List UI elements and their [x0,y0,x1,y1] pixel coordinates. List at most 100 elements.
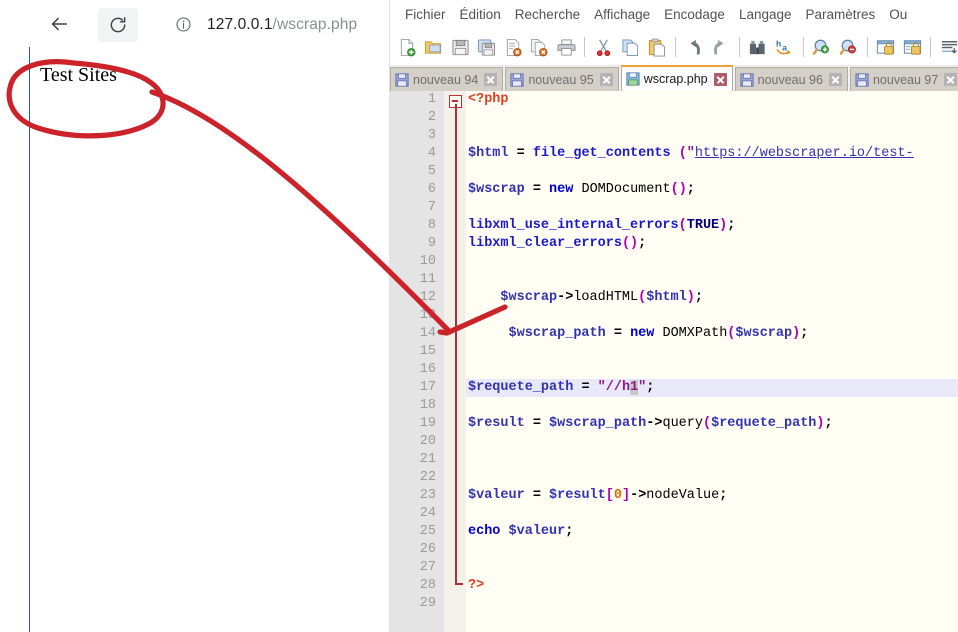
tab-label: nouveau 97 [872,72,939,87]
line-number: 6 [427,182,436,197]
replace-icon: h a [776,38,791,55]
line-number: 21 [419,452,436,467]
sync-vertical-scroll-button[interactable] [873,34,897,60]
toolbar-separator [674,37,676,57]
code-line-23[interactable]: $valeur = $result[0]->nodeValue; [468,487,727,505]
menu-item-affichage[interactable]: Affichage [587,3,657,26]
unsaved-file-icon [395,72,409,87]
line-number: 24 [419,506,436,521]
new-file-button[interactable] [395,34,419,60]
undo-button[interactable] [682,34,706,60]
menu-item-fichier[interactable]: Fichier [398,3,453,26]
notepad-plus-plus-window: Fichier Édition Recherche Affichage Enco… [389,0,958,632]
code-line-28[interactable]: ?> [468,577,484,595]
menu-item-recherche[interactable]: Recherche [508,3,587,26]
page-left-rule [29,47,30,632]
zoom-in-button[interactable] [810,34,834,60]
unsaved-file-icon [740,72,754,87]
saved-file-icon [626,72,640,86]
open-file-button[interactable] [421,34,445,60]
tab-close-icon[interactable] [484,73,498,86]
menu-item-edition[interactable]: Édition [453,3,508,26]
tab-nouveau-95[interactable]: nouveau 95 [505,67,619,91]
redo-button[interactable] [708,34,732,60]
page-title: Test Sites [40,64,117,86]
svg-text:h: h [776,38,781,48]
line-number: 8 [427,218,436,233]
word-wrap-icon [941,40,958,53]
tab-label: wscrap.php [643,72,708,86]
code-line-17[interactable]: $requete_path = "//h1"; [468,379,654,397]
close-all-icon [531,38,548,56]
address-bar[interactable]: 127.0.0.1/wscrap.php [155,9,388,40]
tab-wscrap-php[interactable]: wscrap.php [620,65,733,91]
page-viewport: Test Sites [0,47,388,632]
code-line-1[interactable]: <?php [468,91,509,109]
paste-button[interactable] [644,34,668,60]
copy-icon [622,38,638,56]
browser-window: 127.0.0.1/wscrap.php Test Sites [0,0,388,632]
unsaved-file-icon [855,72,869,87]
line-number: 14 [419,326,436,341]
sync-horizontal-scroll-button[interactable] [900,34,924,60]
line-number: 9 [427,236,436,251]
save-icon [452,39,469,55]
close-all-button[interactable] [527,34,551,60]
find-button[interactable] [746,34,770,60]
word-wrap-button[interactable] [937,34,958,60]
line-number: 20 [419,434,436,449]
code-line-8[interactable]: libxml_use_internal_errors(TRUE); [468,217,735,235]
svg-text:a: a [782,42,787,52]
code-line-6[interactable]: $wscrap = new DOMDocument(); [468,181,695,199]
save-button[interactable] [448,34,472,60]
code-line-4[interactable]: $html = file_get_contents ("https://webs… [468,145,914,163]
line-number: 12 [419,290,436,305]
menu-item-langage[interactable]: Langage [732,3,799,26]
tab-nouveau-94[interactable]: nouveau 94 [390,67,504,91]
close-file-button[interactable] [501,34,525,60]
tab-close-icon[interactable] [713,72,727,86]
tab-close-icon[interactable] [828,73,842,86]
tab-label: nouveau 95 [528,72,594,87]
tab-nouveau-97[interactable]: nouveau 97 [849,67,958,91]
tab-close-icon[interactable] [599,73,613,86]
tab-close-icon[interactable] [944,73,958,86]
paste-icon [648,38,666,56]
zoom-out-button[interactable] [836,34,860,60]
line-number: 22 [419,470,436,485]
info-circle-icon[interactable] [173,15,193,35]
menu-item-parametres[interactable]: Paramètres [799,3,883,26]
line-number: 4 [427,146,436,161]
code-line-19[interactable]: $result = $wscrap_path->query($requete_p… [468,415,833,433]
print-icon [557,38,576,56]
code-line-14[interactable]: $wscrap_path = new DOMXPath($wscrap); [468,325,809,343]
print-button[interactable] [554,34,578,60]
tab-label: nouveau 94 [413,72,479,87]
copy-button[interactable] [618,34,642,60]
url-path: /wscrap.php [272,15,358,33]
menu-item-outils[interactable]: Ou [882,3,914,26]
code-editor[interactable]: 1 2 3 4 5 6 7 8 9 10 11 12 13 14 15 16 1… [390,91,958,632]
tab-bar: nouveau 94 nouveau 95 wscrap.php nouveau… [390,65,958,91]
address-bar-url[interactable]: 127.0.0.1/wscrap.php [207,16,357,34]
cut-button[interactable] [591,34,615,60]
code-line-25[interactable]: echo $valeur; [468,523,573,541]
tab-label: nouveau 96 [757,72,823,87]
code-line-9[interactable]: libxml_clear_errors(); [468,235,646,253]
line-number: 7 [427,200,436,215]
code-line-12[interactable]: $wscrap->loadHTML($html); [468,289,703,307]
save-all-button[interactable] [474,34,498,60]
url-host: 127.0.0.1 [207,15,273,33]
find-icon [750,40,765,54]
line-number: 23 [419,488,436,503]
menu-bar: Fichier Édition Recherche Affichage Enco… [390,0,958,29]
menu-item-encodage[interactable]: Encodage [657,3,732,26]
replace-button[interactable]: h a [772,34,796,60]
tab-nouveau-96[interactable]: nouveau 96 [734,67,848,91]
open-file-icon [425,40,442,54]
redo-icon [714,39,724,55]
back-button[interactable] [42,8,76,40]
toolbar-separator [866,37,868,57]
reload-button[interactable] [98,8,138,42]
toolbar-separator [584,37,586,57]
